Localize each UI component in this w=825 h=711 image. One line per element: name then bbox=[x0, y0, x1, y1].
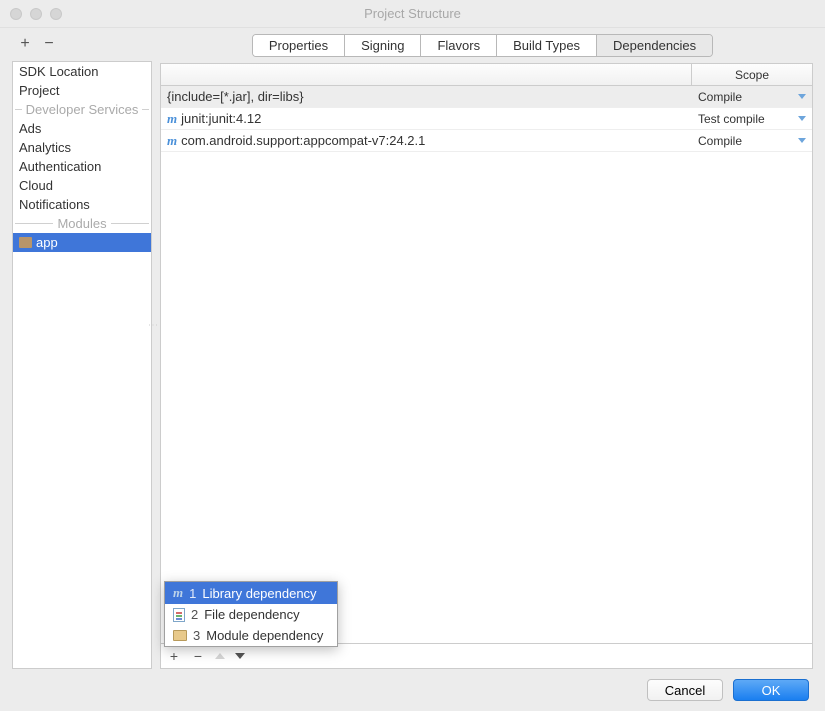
sidebar-header-developer-services: Developer Services bbox=[13, 100, 151, 119]
table-row[interactable]: m junit:junit:4.12 Test compile bbox=[161, 108, 812, 130]
sidebar-toolbar: + − bbox=[12, 27, 152, 61]
table-header: Scope bbox=[161, 64, 812, 86]
zoom-window-button[interactable] bbox=[50, 8, 62, 20]
file-icon bbox=[173, 608, 185, 622]
chevron-down-icon bbox=[798, 94, 806, 99]
splitter-handle[interactable]: ⋮ bbox=[147, 320, 158, 328]
sidebar-item-sdk-location[interactable]: SDK Location bbox=[13, 62, 151, 81]
table-row[interactable]: m com.android.support:appcompat-v7:24.2.… bbox=[161, 130, 812, 152]
sidebar-item-authentication[interactable]: Authentication bbox=[13, 157, 151, 176]
tab-bar: Properties Signing Flavors Build Types D… bbox=[252, 34, 713, 57]
tab-flavors[interactable]: Flavors bbox=[421, 35, 497, 56]
table-row[interactable]: {include=[*.jar], dir=libs} Compile bbox=[161, 86, 812, 108]
remove-dependency-button[interactable]: − bbox=[191, 648, 205, 664]
sidebar-header-modules: Modules bbox=[13, 214, 151, 233]
sidebar-item-notifications[interactable]: Notifications bbox=[13, 195, 151, 214]
chevron-down-icon bbox=[798, 116, 806, 121]
remove-module-button[interactable]: − bbox=[42, 35, 56, 53]
titlebar: Project Structure bbox=[0, 0, 825, 28]
sidebar-item-app[interactable]: app bbox=[13, 233, 151, 252]
sidebar-item-ads[interactable]: Ads bbox=[13, 119, 151, 138]
popup-item-library-dependency[interactable]: m 1 Library dependency bbox=[165, 582, 337, 604]
maven-icon: m bbox=[167, 133, 177, 149]
window-title: Project Structure bbox=[364, 6, 461, 21]
move-down-button[interactable] bbox=[235, 653, 245, 659]
dependency-text: junit:junit:4.12 bbox=[181, 111, 261, 126]
dependency-text: {include=[*.jar], dir=libs} bbox=[167, 89, 304, 104]
tab-dependencies[interactable]: Dependencies bbox=[597, 35, 712, 56]
dependency-text: com.android.support:appcompat-v7:24.2.1 bbox=[181, 133, 425, 148]
sidebar-item-analytics[interactable]: Analytics bbox=[13, 138, 151, 157]
scope-dropdown[interactable]: Compile bbox=[692, 90, 812, 104]
folder-icon bbox=[173, 630, 187, 641]
popup-item-module-dependency[interactable]: 3 Module dependency bbox=[165, 625, 337, 646]
sidebar-item-cloud[interactable]: Cloud bbox=[13, 176, 151, 195]
add-dependency-popup: m 1 Library dependency 2 File dependency… bbox=[164, 581, 338, 647]
close-window-button[interactable] bbox=[10, 8, 22, 20]
add-module-button[interactable]: + bbox=[18, 35, 32, 53]
move-up-button[interactable] bbox=[215, 653, 225, 659]
scope-column-header[interactable]: Scope bbox=[692, 65, 812, 85]
add-dependency-button[interactable]: + bbox=[167, 648, 181, 664]
module-folder-icon bbox=[19, 237, 32, 248]
popup-item-file-dependency[interactable]: 2 File dependency bbox=[165, 604, 337, 625]
ok-button[interactable]: OK bbox=[733, 679, 809, 701]
minimize-window-button[interactable] bbox=[30, 8, 42, 20]
maven-icon: m bbox=[167, 111, 177, 127]
dialog-footer: Cancel OK bbox=[0, 669, 825, 711]
window-controls bbox=[10, 8, 62, 20]
cancel-button[interactable]: Cancel bbox=[647, 679, 723, 701]
scope-dropdown[interactable]: Compile bbox=[692, 134, 812, 148]
tab-properties[interactable]: Properties bbox=[253, 35, 345, 56]
tab-signing[interactable]: Signing bbox=[345, 35, 421, 56]
sidebar: SDK Location Project Developer Services … bbox=[12, 61, 152, 669]
sidebar-item-project[interactable]: Project bbox=[13, 81, 151, 100]
chevron-down-icon bbox=[798, 138, 806, 143]
maven-icon: m bbox=[173, 585, 183, 601]
tab-build-types[interactable]: Build Types bbox=[497, 35, 597, 56]
dependencies-table: Scope {include=[*.jar], dir=libs} Compil… bbox=[160, 63, 813, 669]
scope-dropdown[interactable]: Test compile bbox=[692, 112, 812, 126]
